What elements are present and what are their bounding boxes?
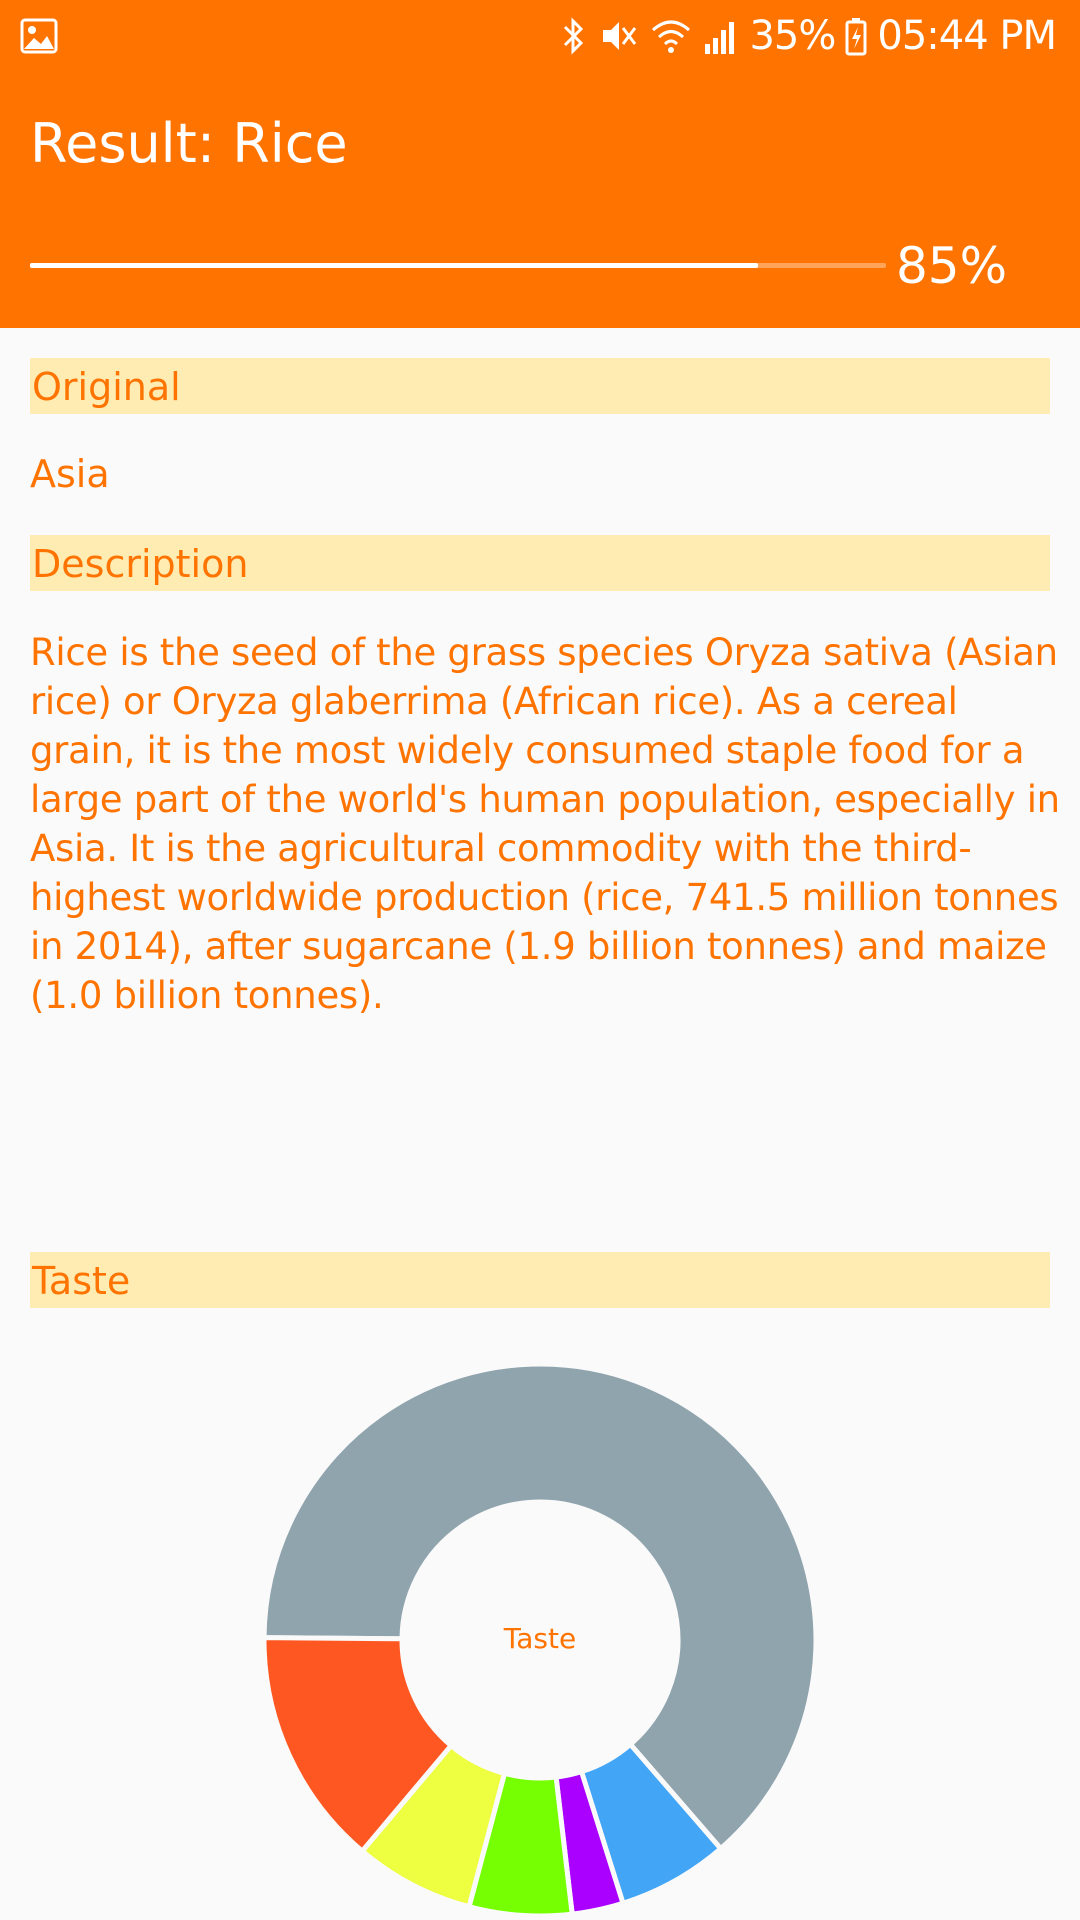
donut-center-label: Taste	[503, 1622, 576, 1655]
battery-charging-icon	[845, 16, 867, 56]
app-screen: 35% 05:44 PM Result: Rice 85% Original A…	[0, 0, 1080, 1920]
section-heading-taste: Taste	[30, 1252, 1050, 1308]
status-icons: 35% 05:44 PM	[559, 10, 1057, 62]
wifi-icon	[649, 16, 693, 56]
battery-percent: 35%	[749, 13, 836, 59]
status-bar: 35% 05:44 PM	[0, 0, 1080, 72]
bluetooth-icon	[559, 16, 589, 56]
taste-donut-svg: Taste	[261, 1361, 819, 1919]
confidence-progress-bar	[30, 263, 886, 268]
clock: 05:44 PM	[877, 13, 1057, 59]
gallery-icon	[20, 18, 58, 54]
page-title: Result: Rice	[30, 112, 348, 175]
origin-value: Asia	[30, 452, 110, 496]
app-bar: 35% 05:44 PM Result: Rice 85%	[0, 0, 1080, 328]
section-heading-description: Description	[30, 535, 1050, 591]
confidence-label: 85%	[896, 237, 1008, 295]
signal-icon	[703, 16, 739, 56]
mute-icon	[599, 16, 639, 56]
taste-donut-chart: Taste	[0, 1340, 1080, 1920]
description-text: Rice is the seed of the grass species Or…	[30, 631, 1060, 1017]
section-heading-original: Original	[30, 358, 1050, 414]
confidence-progress-fill	[30, 263, 758, 268]
